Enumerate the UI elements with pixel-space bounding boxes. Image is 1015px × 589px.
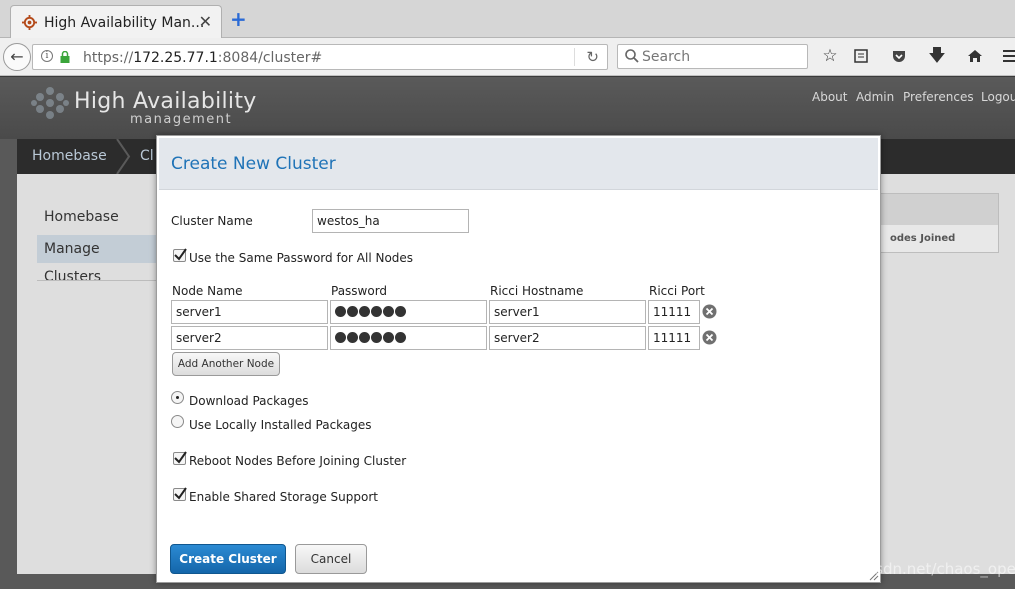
clusters-table-header (880, 194, 998, 225)
local-packages-radio[interactable] (171, 415, 184, 428)
node2-name-input[interactable] (171, 326, 328, 350)
breadcrumb-current[interactable]: Cl (140, 148, 154, 164)
password-dot (335, 332, 346, 343)
close-tab-icon[interactable]: ✕ (199, 12, 212, 31)
node2-hostname-input[interactable] (489, 326, 646, 350)
add-another-node-button[interactable]: Add Another Node (172, 352, 280, 376)
password-dot (395, 332, 406, 343)
pocket-icon[interactable] (889, 46, 909, 66)
create-cluster-button[interactable]: Create Cluster (170, 544, 286, 574)
sidebar-item-manage-clusters[interactable]: Manage Clusters (37, 235, 157, 285)
same-password-label: Use the Same Password for All Nodes (189, 251, 414, 265)
password-dot (383, 332, 394, 343)
download-icon[interactable]: 🡇 (927, 46, 947, 66)
search-icon (625, 49, 639, 63)
password-dot (347, 306, 358, 317)
logo-subtitle: management (130, 112, 233, 127)
same-password-checkbox[interactable] (173, 248, 187, 262)
password-dot (359, 306, 370, 317)
about-link[interactable]: About (812, 90, 847, 104)
admin-link[interactable]: Admin (856, 90, 894, 104)
password-mask (335, 331, 406, 345)
new-tab-icon[interactable]: + (230, 9, 247, 29)
menu-icon[interactable] (1003, 46, 1015, 66)
node1-port-input[interactable] (648, 300, 700, 324)
logout-link[interactable]: Logout (981, 90, 1015, 104)
local-packages-label: Use Locally Installed Packages (189, 418, 372, 432)
lock-icon (60, 51, 70, 63)
shared-storage-checkbox[interactable] (173, 487, 187, 501)
breadcrumb-homebase[interactable]: Homebase (32, 148, 107, 164)
browser-tab[interactable]: High Availability Man... ✕ (10, 5, 222, 39)
reboot-nodes-label: Reboot Nodes Before Joining Cluster (189, 454, 407, 468)
logo-title: High Availability (74, 89, 257, 114)
col-node-name: Node Name (172, 284, 243, 298)
password-dot (335, 306, 346, 317)
url-text: https://172.25.77.1:8084/cluster# (83, 50, 323, 66)
breadcrumb-separator-icon (116, 139, 131, 174)
col-ricci-port: Ricci Port (649, 284, 705, 298)
url-bar[interactable]: i https://172.25.77.1:8084/cluster# ↻ (32, 44, 608, 70)
col-password: Password (331, 284, 388, 298)
node1-password-input[interactable] (330, 300, 487, 324)
nodes-joined-column-header: odes Joined (890, 233, 956, 244)
search-box[interactable]: Search (617, 44, 808, 69)
app-header: High Availability management About Admin… (0, 77, 1015, 139)
remove-node-icon[interactable] (702, 304, 717, 319)
node2-port-input[interactable] (648, 326, 700, 350)
sidebar-item-homebase[interactable]: Homebase (37, 203, 157, 231)
bookmark-star-icon[interactable]: ☆ (820, 46, 840, 66)
favicon-icon (22, 15, 37, 30)
password-mask (335, 305, 406, 319)
download-packages-label: Download Packages (189, 394, 309, 408)
checkmark-icon (174, 487, 187, 500)
reboot-nodes-checkbox[interactable] (173, 451, 187, 465)
tab-title: High Availability Man... (44, 15, 205, 31)
dialog-header: Create New Cluster (159, 138, 878, 190)
download-packages-radio[interactable] (171, 391, 184, 404)
node1-hostname-input[interactable] (489, 300, 646, 324)
clusters-table: odes Joined (879, 193, 999, 253)
cancel-button[interactable]: Cancel (295, 544, 367, 574)
browser-tab-strip: High Availability Man... ✕ + (0, 0, 1015, 39)
node2-password-input[interactable] (330, 326, 487, 350)
remove-node-icon[interactable] (702, 330, 717, 345)
cluster-name-input[interactable] (312, 209, 469, 233)
sidebar-divider (37, 280, 157, 281)
info-icon[interactable]: i (41, 50, 53, 62)
preferences-link[interactable]: Preferences (903, 90, 974, 104)
password-dot (383, 306, 394, 317)
home-icon[interactable] (965, 46, 985, 66)
create-cluster-dialog: Create New Cluster Cluster Name Use the … (156, 135, 881, 583)
reload-icon[interactable]: ↻ (586, 48, 599, 66)
checkmark-icon (174, 451, 187, 464)
password-dot (359, 332, 370, 343)
reading-list-icon[interactable] (851, 46, 871, 66)
back-arrow-icon[interactable]: ← (3, 43, 31, 71)
watermark-text: https://blog.csdn.net/chaos_oper (776, 560, 1015, 578)
checkmark-icon (174, 248, 187, 261)
shared-storage-label: Enable Shared Storage Support (189, 490, 378, 504)
col-ricci-hostname: Ricci Hostname (490, 284, 584, 298)
cluster-name-label: Cluster Name (171, 214, 253, 228)
password-dot (395, 306, 406, 317)
url-divider (574, 48, 575, 66)
password-dot (371, 332, 382, 343)
search-placeholder: Search (642, 49, 691, 65)
logo-hexagon-icon (31, 87, 69, 119)
node1-name-input[interactable] (171, 300, 328, 324)
password-dot (371, 306, 382, 317)
dialog-title: Create New Cluster (171, 154, 336, 174)
password-dot (347, 332, 358, 343)
